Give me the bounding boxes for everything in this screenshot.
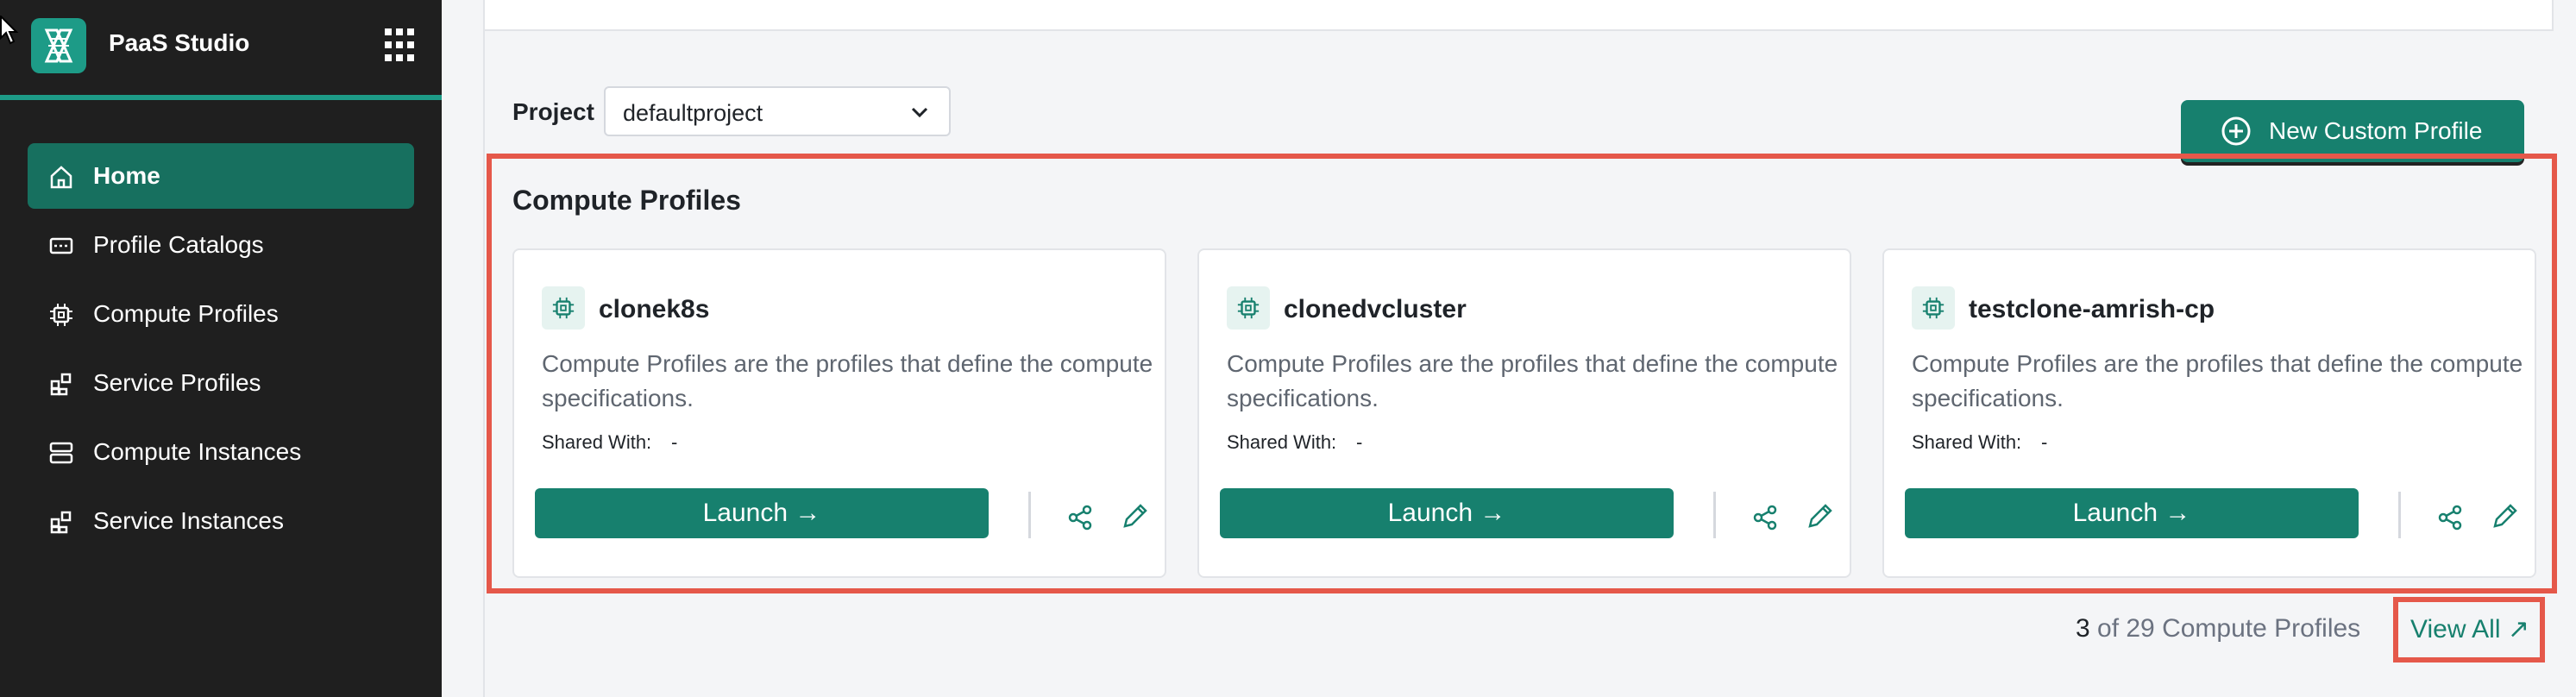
- sidebar-item-label: Compute Profiles: [93, 300, 279, 327]
- shared-with-value: -: [1356, 431, 1363, 453]
- plus-circle-icon: [2221, 116, 2251, 146]
- service-icon: [50, 373, 72, 396]
- sidebar-item-label: Profile Catalogs: [93, 231, 264, 258]
- divider: [1028, 492, 1031, 538]
- launch-button[interactable]: Launch →: [1220, 488, 1674, 538]
- sidebar-item-label: Service Instances: [93, 507, 284, 534]
- shared-with-label: Shared With:: [1912, 431, 2022, 453]
- shared-with-value: -: [2041, 431, 2048, 453]
- mouse-cursor-icon: [0, 16, 19, 45]
- new-custom-profile-label: New Custom Profile: [2269, 117, 2483, 144]
- launch-button[interactable]: Launch →: [1905, 488, 2359, 538]
- home-icon: [50, 166, 72, 189]
- card-description: Compute Profiles are the profiles that d…: [1227, 350, 1838, 411]
- apps-grid-icon[interactable]: [385, 28, 419, 63]
- profile-card: clonedvcluster Compute Profiles are the …: [1197, 248, 1851, 578]
- view-all-link[interactable]: View All ↗: [2410, 614, 2529, 644]
- sidebar-item-compute-profiles[interactable]: Compute Profiles: [28, 281, 414, 347]
- share-icon[interactable]: [1066, 504, 1094, 531]
- card-title: clonek8s: [599, 295, 710, 323]
- divider: [1713, 492, 1716, 538]
- launch-button[interactable]: Launch →: [535, 488, 989, 538]
- brand-header: PaaS Studio: [0, 0, 442, 100]
- project-select[interactable]: defaultproject: [604, 86, 951, 136]
- card-description: Compute Profiles are the profiles that d…: [1912, 350, 2523, 411]
- chip-icon: [1227, 286, 1270, 330]
- share-icon[interactable]: [2436, 504, 2464, 531]
- catalog-icon: [49, 237, 73, 254]
- shared-with-label: Shared With:: [542, 431, 652, 453]
- sidebar-item-compute-instances[interactable]: Compute Instances: [28, 419, 414, 485]
- shared-with-value: -: [671, 431, 678, 453]
- service-icon: [50, 511, 72, 534]
- chip-icon: [542, 286, 585, 330]
- sidebar-item-service-profiles[interactable]: Service Profiles: [28, 350, 414, 416]
- profile-card: testclone-amrish-cp Compute Profiles are…: [1882, 248, 2536, 578]
- sidebar-item-home[interactable]: Home: [28, 143, 414, 209]
- edit-pencil-icon[interactable]: [1805, 502, 1834, 531]
- sidebar-item-service-instances[interactable]: Service Instances: [28, 488, 414, 554]
- profile-count-number: 3: [2076, 614, 2090, 643]
- chip-icon: [50, 304, 72, 326]
- app-name: PaaS Studio: [109, 29, 250, 56]
- divider: [2398, 492, 2401, 538]
- sidebar: PaaS Studio Home Profile Catalogs Comput…: [0, 0, 442, 697]
- chevron-down-icon: [911, 107, 928, 118]
- card-title: clonedvcluster: [1284, 295, 1467, 323]
- sidebar-item-label: Compute Instances: [93, 438, 302, 465]
- card-title: testclone-amrish-cp: [1969, 295, 2215, 323]
- app-logo[interactable]: [31, 18, 86, 73]
- sidebar-item-label: Service Profiles: [93, 369, 261, 396]
- top-panel: [483, 0, 2554, 31]
- share-icon[interactable]: [1751, 504, 1779, 531]
- project-select-value: defaultproject: [623, 100, 763, 126]
- shared-with-label: Shared With:: [1227, 431, 1337, 453]
- chip-icon: [1912, 286, 1955, 330]
- server-icon: [49, 442, 73, 464]
- profile-count: 3 of 29 Compute Profiles: [2076, 614, 2360, 644]
- edit-pencil-icon[interactable]: [1120, 502, 1149, 531]
- card-description: Compute Profiles are the profiles that d…: [542, 350, 1153, 411]
- project-label: Project: [512, 98, 594, 125]
- profile-count-suffix: of 29 Compute Profiles: [2089, 614, 2361, 643]
- sidebar-item-profile-catalogs[interactable]: Profile Catalogs: [28, 212, 414, 278]
- main-divider: [483, 0, 485, 697]
- sidebar-item-label: Home: [93, 162, 160, 189]
- section-title: Compute Profiles: [512, 185, 741, 216]
- edit-pencil-icon[interactable]: [2490, 502, 2519, 531]
- profile-card: clonek8s Compute Profiles are the profil…: [512, 248, 1166, 578]
